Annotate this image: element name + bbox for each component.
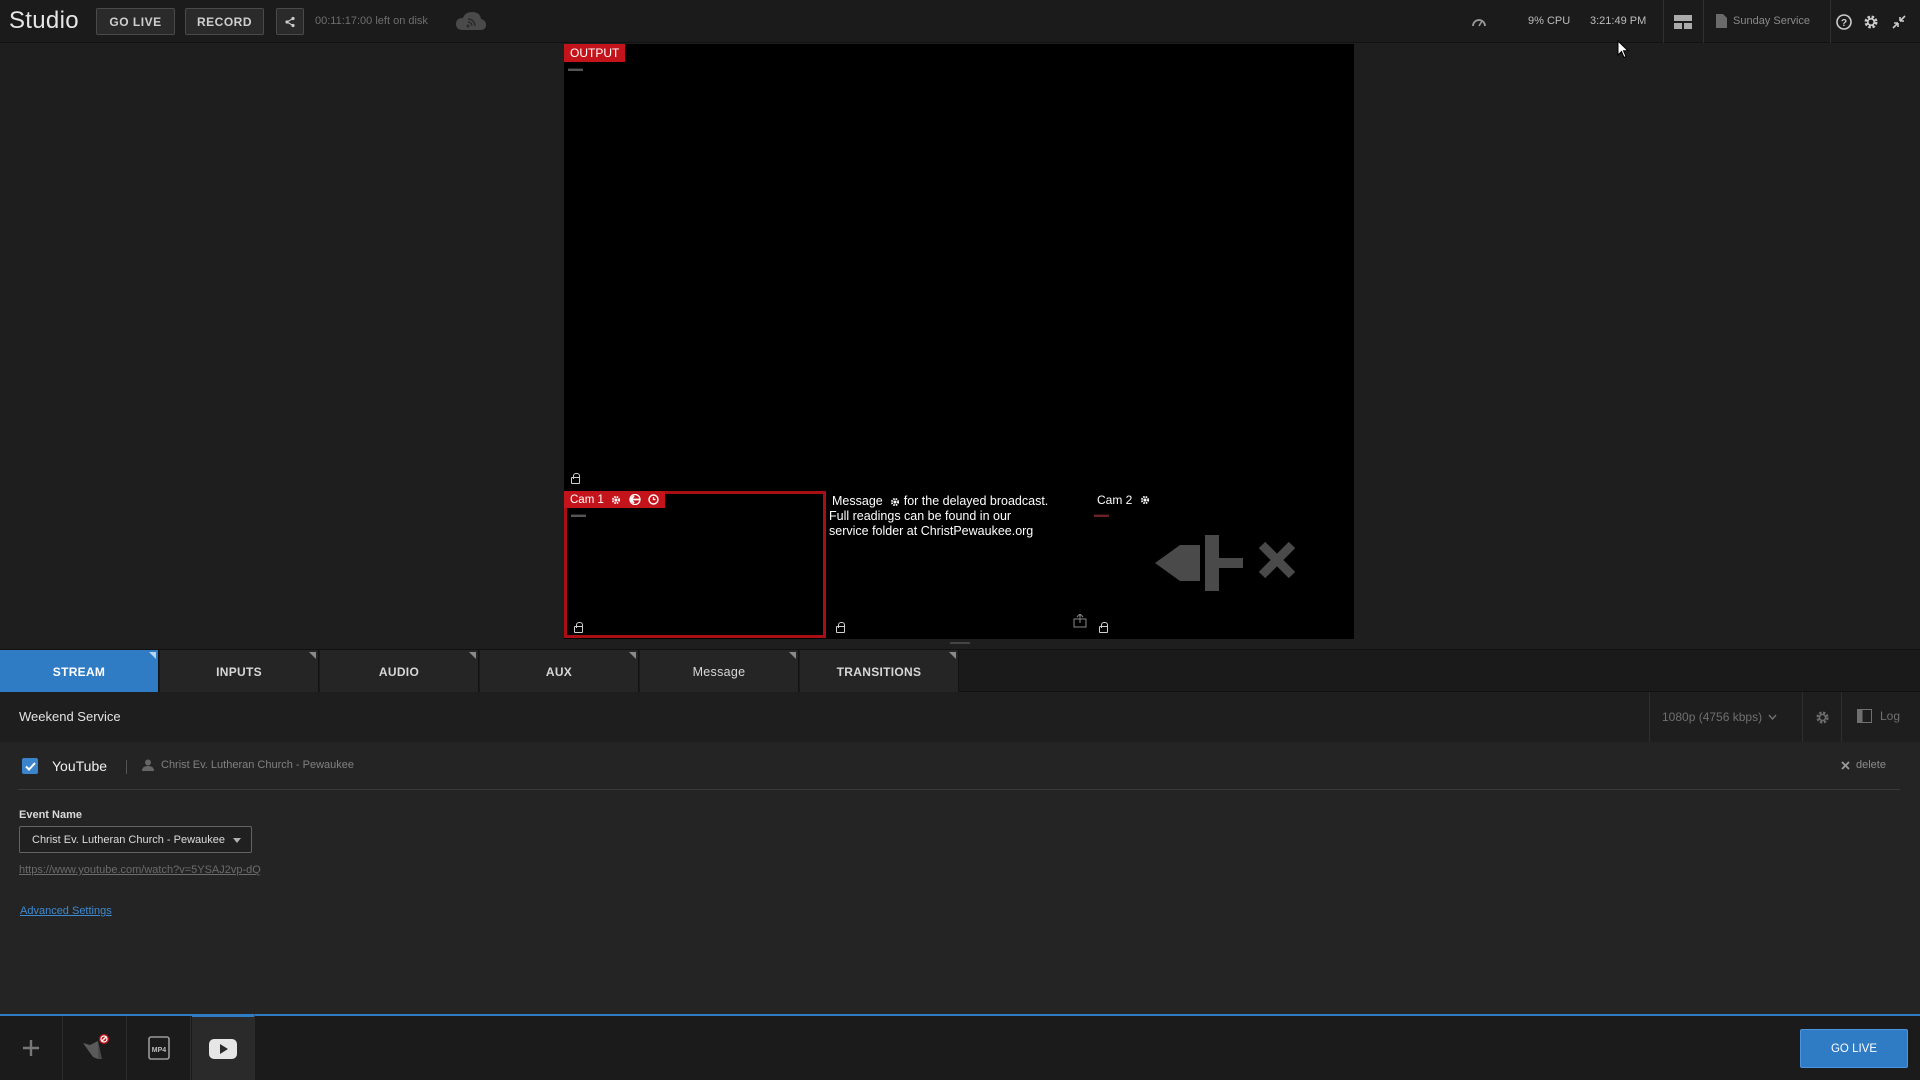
stream-panel-header: Weekend Service 1080p (4756 kbps) Log	[0, 692, 1920, 742]
project-name: Sunday Service	[1733, 15, 1811, 27]
event-name-label: Event Name	[19, 809, 82, 821]
youtube-destination-button[interactable]	[192, 1014, 255, 1080]
message-line-2: Full readings can be found in our	[829, 509, 1012, 523]
tab-audio[interactable]: AUDIO	[320, 650, 479, 693]
cloud-stream-icon[interactable]	[455, 10, 487, 37]
output-label: OUTPUT	[564, 44, 626, 62]
help-icon: ?	[1836, 14, 1852, 30]
go-live-button[interactable]: GO LIVE	[96, 8, 175, 35]
help-button[interactable]: ?	[1831, 9, 1857, 35]
event-name-select[interactable]: Christ Ev. Lutheran Church - Pewaukee	[19, 826, 252, 853]
add-destination-button[interactable]	[0, 1016, 63, 1080]
gear-icon	[1864, 15, 1878, 29]
divider	[1663, 0, 1664, 43]
mp4-icon: MP4	[148, 1036, 170, 1060]
layout-icon	[1674, 15, 1692, 29]
log-button[interactable]: Log	[1857, 709, 1900, 723]
timer-icon[interactable]	[648, 494, 659, 505]
audio-meter-icon: ▬▬	[1094, 510, 1109, 519]
top-bar: Studio GO LIVE RECORD 00:11:17:00 left o…	[0, 0, 1920, 43]
layout-button[interactable]	[1670, 9, 1696, 35]
cpu-usage: 9% CPU	[1528, 15, 1571, 27]
svg-text:MP4: MP4	[152, 1047, 167, 1054]
tab-transitions[interactable]: TRANSITIONS	[800, 650, 959, 693]
tab-inputs[interactable]: INPUTS	[160, 650, 319, 693]
clock: 3:21:49 PM	[1590, 15, 1647, 27]
collapse-icon	[1892, 15, 1906, 29]
share-icon	[285, 16, 295, 27]
audio-meter-icon: ▬▬	[571, 510, 586, 519]
tab-message[interactable]: Message	[640, 650, 799, 693]
performance-gauge-icon[interactable]	[1466, 9, 1492, 35]
document-icon	[1716, 14, 1727, 28]
lock-icon[interactable]	[1099, 622, 1108, 633]
mp4-destination-button[interactable]: MP4	[128, 1016, 191, 1080]
audio-meter-icon: ▬▬	[568, 64, 583, 73]
lock-icon[interactable]	[571, 473, 580, 484]
mouse-cursor-icon	[1617, 39, 1630, 64]
quality-value: 1080p (4756 kbps)	[1662, 710, 1763, 724]
user-icon	[142, 759, 154, 771]
delete-label: delete	[1856, 759, 1886, 771]
tab-aux[interactable]: AUX	[480, 650, 639, 693]
gear-icon	[1815, 710, 1829, 724]
go-live-bottom-button[interactable]: GO LIVE	[1800, 1029, 1908, 1068]
app-title: Studio	[9, 7, 79, 34]
tab-bar: STREAM INPUTS AUDIO AUX Message TRANSITI…	[0, 649, 1920, 693]
chevron-down-icon	[1768, 714, 1777, 720]
chevron-down-icon	[233, 838, 241, 843]
destination-service: YouTube	[52, 758, 108, 774]
check-icon	[24, 761, 36, 771]
youtube-enabled-checkbox[interactable]	[22, 758, 38, 774]
cam1-label: Cam 1	[570, 493, 604, 506]
panel-resize-handle[interactable]	[950, 642, 970, 644]
cam2-header: Cam 2	[1097, 493, 1150, 507]
lock-icon[interactable]	[574, 622, 583, 633]
cam1-header: Cam 1	[564, 491, 665, 508]
youtube-icon	[209, 1038, 237, 1059]
message-overlay[interactable]: Message for the delayed broadcast. Full …	[829, 494, 1069, 539]
log-label: Log	[1880, 709, 1901, 723]
gear-icon[interactable]	[611, 495, 621, 505]
stream-settings-button[interactable]	[1802, 692, 1842, 742]
tab-stream[interactable]: STREAM	[0, 650, 159, 693]
cam2-label: Cam 2	[1097, 493, 1133, 507]
collapse-button[interactable]	[1886, 9, 1912, 35]
svg-text:?: ?	[1841, 18, 1847, 29]
destination-account: Christ Ev. Lutheran Church - Pewaukee	[142, 759, 354, 771]
disk-status: 00:11:17:00 left on disk	[315, 15, 428, 27]
watch-url-link[interactable]: https://www.youtube.com/watch?v=5YSAJ2vp…	[19, 864, 261, 876]
no-signal-icon	[1135, 530, 1310, 601]
facebook-disabled-icon	[83, 1034, 109, 1059]
record-button[interactable]: RECORD	[185, 8, 264, 35]
gear-icon[interactable]	[1140, 495, 1150, 505]
message-line-1: for the delayed broadcast.	[903, 494, 1049, 508]
quality-dropdown[interactable]: 1080p (4756 kbps)	[1649, 692, 1801, 742]
event-name-value: Christ Ev. Lutheran Church - Pewaukee	[32, 833, 225, 846]
facebook-destination-button[interactable]	[64, 1016, 127, 1080]
destination-row: YouTube Christ Ev. Lutheran Church - Pew…	[0, 742, 1920, 782]
divider	[126, 760, 127, 774]
message-line-3: service folder at ChristPewaukee.org	[829, 524, 1034, 538]
transition-icon[interactable]	[628, 494, 641, 505]
advanced-settings-link[interactable]: Advanced Settings	[20, 905, 112, 917]
divider	[1703, 0, 1704, 43]
position-icon[interactable]	[1073, 613, 1087, 633]
message-label: Message	[829, 494, 886, 509]
delete-destination-button[interactable]: delete	[1841, 759, 1886, 771]
stream-panel: Weekend Service 1080p (4756 kbps) Log Yo…	[0, 692, 1920, 1014]
bottom-bar: MP4 GO LIVE	[0, 1014, 1920, 1080]
share-button[interactable]	[276, 8, 304, 35]
add-icon	[23, 1040, 39, 1056]
close-icon	[1841, 760, 1850, 770]
project-selector[interactable]: Sunday Service	[1716, 14, 1810, 28]
log-panel-icon	[1857, 709, 1872, 723]
cam1-preview[interactable]: Cam 1 ▬▬	[564, 491, 826, 638]
stream-profile-name[interactable]: Weekend Service	[19, 709, 121, 724]
settings-button[interactable]	[1858, 9, 1884, 35]
gear-icon[interactable]	[890, 497, 900, 507]
account-name: Christ Ev. Lutheran Church - Pewaukee	[161, 759, 354, 771]
lock-icon[interactable]	[836, 622, 845, 633]
divider	[18, 789, 1900, 790]
